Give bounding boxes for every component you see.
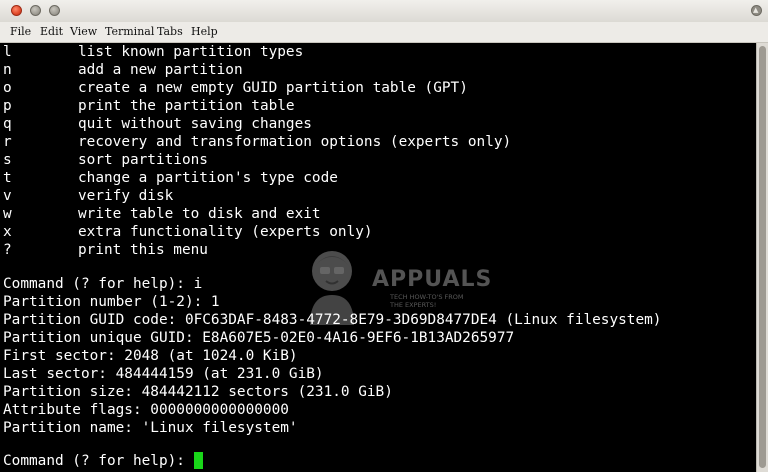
menu-view[interactable]: View bbox=[70, 25, 97, 39]
close-window-button[interactable]: × bbox=[11, 5, 22, 16]
command-row: x extra functionality (experts only) bbox=[3, 223, 373, 241]
output-line: Partition number (1-2): 1 bbox=[3, 294, 220, 310]
command-key: s bbox=[3, 152, 12, 168]
command-description: write table to disk and exit bbox=[78, 206, 321, 222]
command-key: o bbox=[3, 80, 12, 96]
menu-help[interactable]: Help bbox=[191, 25, 218, 39]
output-line: Last sector: 484444159 (at 231.0 GiB) bbox=[3, 366, 324, 382]
command-description: add a new partition bbox=[78, 62, 243, 78]
output-line: Command (? for help): i bbox=[3, 276, 203, 292]
command-key: l bbox=[3, 44, 12, 60]
command-description: verify disk bbox=[78, 188, 174, 204]
output-line: First sector: 2048 (at 1024.0 KiB) bbox=[3, 348, 298, 364]
command-key: q bbox=[3, 116, 12, 132]
command-description: recovery and transformation options (exp… bbox=[78, 134, 512, 150]
output-line: Partition unique GUID: E8A607E5-02E0-4A1… bbox=[3, 330, 515, 346]
command-description: change a partition's type code bbox=[78, 170, 338, 186]
command-row: w write table to disk and exit bbox=[3, 205, 321, 223]
watermark-tagline: TECH HOW-TO'S FROM THE EXPERTS! bbox=[390, 293, 464, 309]
command-key: ? bbox=[3, 242, 12, 258]
command-row: n add a new partition bbox=[3, 61, 243, 79]
command-key: w bbox=[3, 206, 12, 222]
title-bar[interactable]: × – + ▲ bbox=[0, 0, 768, 23]
vertical-scrollbar[interactable] bbox=[756, 43, 768, 472]
scrollbar-thumb[interactable] bbox=[759, 46, 766, 468]
command-description: quit without saving changes bbox=[78, 116, 312, 132]
command-description: create a new empty GUID partition table … bbox=[78, 80, 468, 96]
restore-icon: ▲ bbox=[753, 6, 759, 14]
command-row: o create a new empty GUID partition table… bbox=[3, 79, 468, 97]
restore-window-button[interactable]: ▲ bbox=[751, 5, 762, 16]
output-line: Partition name: 'Linux filesystem' bbox=[3, 420, 298, 436]
command-row: t change a partition's type code bbox=[3, 169, 338, 187]
command-key: r bbox=[3, 134, 12, 150]
command-row: q quit without saving changes bbox=[3, 115, 312, 133]
terminal-window: × – + ▲ File Edit View Terminal Tabs Hel… bbox=[0, 0, 768, 472]
menu-edit[interactable]: Edit bbox=[40, 25, 63, 39]
command-key: v bbox=[3, 188, 12, 204]
command-description: list known partition types bbox=[78, 44, 304, 60]
command-row: s sort partitions bbox=[3, 151, 208, 169]
command-row: l list known partition types bbox=[3, 43, 303, 61]
close-icon: × bbox=[12, 6, 21, 15]
output-line: Attribute flags: 0000000000000000 bbox=[3, 402, 289, 418]
command-prompt-line[interactable]: Command (? for help): bbox=[3, 452, 203, 470]
command-row: r recovery and transformation options (ex… bbox=[3, 133, 511, 151]
output-line: Partition size: 484442112 sectors (231.0… bbox=[3, 384, 393, 400]
minimize-window-button[interactable]: – bbox=[30, 5, 41, 16]
text-cursor bbox=[193, 452, 203, 469]
output-line: Partition GUID code: 0FC63DAF-8483-4772-… bbox=[3, 312, 662, 328]
command-prompt: Command (? for help): bbox=[3, 453, 185, 469]
command-description: extra functionality (experts only) bbox=[78, 224, 373, 240]
command-row: p print the partition table bbox=[3, 97, 295, 115]
terminal-output[interactable]: APPUALS TECH HOW-TO'S FROM THE EXPERTS! … bbox=[0, 43, 756, 472]
command-description: sort partitions bbox=[78, 152, 208, 168]
menu-bar: File Edit View Terminal Tabs Help bbox=[0, 22, 768, 43]
command-key: t bbox=[3, 170, 12, 186]
command-row: ? print this menu bbox=[3, 241, 208, 259]
menu-file[interactable]: File bbox=[10, 25, 31, 39]
command-row: v verify disk bbox=[3, 187, 173, 205]
command-description: print this menu bbox=[78, 242, 208, 258]
maximize-window-button[interactable]: + bbox=[49, 5, 60, 16]
watermark-name: APPUALS bbox=[372, 267, 493, 292]
menu-terminal[interactable]: Terminal bbox=[105, 25, 154, 39]
command-key: p bbox=[3, 98, 12, 114]
maximize-icon: + bbox=[50, 6, 59, 15]
command-key: x bbox=[3, 224, 12, 240]
command-key: n bbox=[3, 62, 12, 78]
minimize-icon: – bbox=[31, 6, 40, 15]
command-description: print the partition table bbox=[78, 98, 295, 114]
menu-tabs[interactable]: Tabs bbox=[157, 25, 183, 39]
